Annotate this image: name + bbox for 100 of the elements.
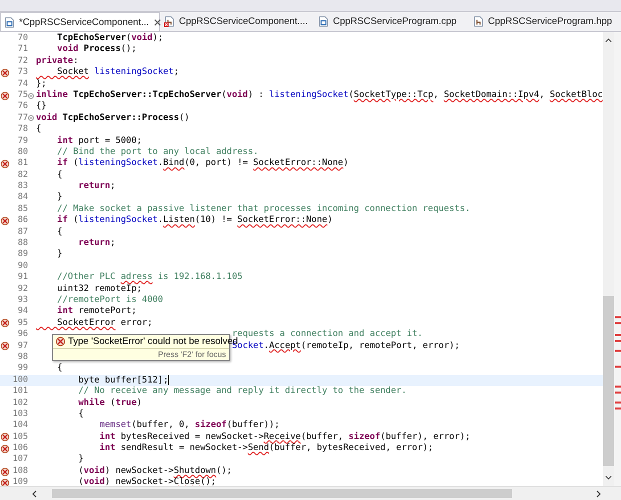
line-number: 87	[16, 226, 28, 238]
code-line: (void) newSocket->Shutdown();	[77, 466, 232, 476]
code-line: byte buffer[512];	[77, 374, 170, 386]
line-number: 104	[12, 420, 28, 432]
scroll-left-icon[interactable]	[30, 488, 38, 498]
line-number: 81	[16, 158, 28, 170]
line-number: 89	[16, 249, 28, 261]
line-number: 93	[16, 294, 28, 306]
collapse-icon[interactable]	[28, 115, 34, 122]
code-line: uint32 remoteIp;	[56, 284, 142, 295]
overview-ruler[interactable]	[614, 32, 621, 486]
code-line: }	[56, 249, 62, 261]
error-icon	[55, 336, 66, 347]
line-number: 107	[12, 454, 28, 466]
line-number: 85	[16, 204, 28, 216]
line-number: 92	[16, 284, 28, 295]
editor-tab[interactable]: CppRSCServiceComponent....	[160, 12, 315, 31]
code-line: {	[35, 124, 42, 136]
line-number: 101	[12, 386, 28, 398]
code-line: Socket listeningSocket;	[56, 67, 180, 79]
file-icon	[4, 16, 15, 28]
code-line: {	[77, 408, 84, 420]
code-line: int port = 5000;	[56, 136, 142, 147]
line-number: 98	[16, 352, 28, 364]
scroll-thumb[interactable]	[52, 489, 512, 498]
code-line: // No receive any message and reply it directly to the sender.	[77, 386, 407, 398]
horizontal-scrollbar[interactable]	[0, 486, 621, 500]
code-line: return;	[77, 181, 116, 192]
line-number: 75	[16, 90, 28, 102]
code-line: int sendResult = newSocket->Send(buffer, bytesReceived, error);	[98, 443, 434, 454]
line-number: 84	[16, 192, 28, 204]
code-line: while (true)	[77, 398, 142, 409]
code-line: int bytesReceived = newSocket->Receive(buffer, sizeof(buffer), error);	[98, 432, 470, 442]
line-number: 94	[16, 306, 28, 318]
code-line: {	[56, 226, 62, 238]
code-line: inline TcpEchoServer::TcpEchoServer(void) : listeningSocket(SocketType::Tcp, SocketDomain::Ipv4, SocketBloc	[35, 90, 603, 101]
code-line: memset(buffer, 0, sizeof(buffer));	[98, 420, 280, 432]
scroll-down-icon[interactable]	[604, 474, 613, 482]
close-icon[interactable]	[152, 18, 162, 26]
code-line: return;	[77, 238, 116, 250]
tooltip-hint: Press 'F2' for focus	[158, 350, 226, 359]
code-line: if (listeningSocket.Listen(10) != SocketError::None)	[56, 215, 333, 227]
line-number: 100	[12, 374, 28, 386]
line-number: 80	[16, 146, 28, 158]
line-number: 79	[16, 136, 28, 147]
editor-tab[interactable]: CppRSCServiceProgram.cpp	[315, 12, 470, 31]
line-number: 105	[12, 432, 28, 444]
line-number: 82	[16, 170, 28, 182]
file-icon	[473, 16, 484, 27]
editor-tab[interactable]: *CppRSCServiceComponent...	[0, 12, 160, 31]
tab-label: CppRSCServiceProgram.hpp	[488, 16, 612, 27]
tab-label: CppRSCServiceComponent....	[179, 16, 308, 27]
line-number: 96	[16, 329, 28, 341]
line-number: 97	[16, 340, 28, 352]
tab-label: *CppRSCServiceComponent...	[19, 16, 149, 28]
line-number: 72	[16, 56, 28, 68]
collapse-icon[interactable]	[28, 92, 34, 99]
line-number: 86	[16, 215, 28, 227]
editor-tab[interactable]: CppRSCServiceProgram.hpp	[470, 12, 615, 31]
line-number: 106	[12, 443, 28, 454]
code-line: if (listeningSocket.Bind(0, port) != SocketError::None)	[56, 158, 349, 170]
code-line: {}	[35, 101, 47, 112]
file-icon	[318, 16, 329, 27]
vertical-scrollbar[interactable]	[603, 32, 614, 486]
line-number: 70	[16, 33, 28, 44]
line-number: 99	[16, 363, 28, 375]
line-number: 109	[12, 477, 28, 486]
line-number: 74	[16, 78, 28, 90]
code-line: {	[56, 363, 62, 375]
line-number: 83	[16, 181, 28, 192]
code-line: SocketError error;	[56, 318, 153, 330]
code-line: int remotePort;	[56, 306, 137, 318]
line-number: 73	[16, 67, 28, 79]
code-line: }	[56, 192, 62, 204]
scroll-thumb[interactable]	[603, 296, 614, 466]
line-number: 88	[16, 238, 28, 250]
line-number: 76	[16, 101, 28, 113]
code-line: {	[56, 170, 62, 182]
code-line: TcpEchoServer(void);	[56, 33, 164, 44]
code-line: };	[35, 78, 47, 90]
scroll-up-icon[interactable]	[604, 36, 613, 44]
line-number: 102	[12, 398, 28, 409]
scroll-right-icon[interactable]	[595, 488, 603, 498]
code-line: }	[77, 454, 84, 466]
code-line: (void) newSocket->Close();	[77, 477, 216, 486]
code-line: private:	[35, 56, 78, 67]
line-number: 78	[16, 124, 28, 136]
code-line: //remotePort is 4000	[56, 294, 164, 306]
code-line: // Bind the port to any local address.	[56, 146, 258, 158]
line-number: 91	[16, 272, 28, 284]
tab-label: CppRSCServiceProgram.cpp	[333, 16, 457, 27]
code-line: //Other PLC adress is 192.168.1.105	[56, 272, 243, 284]
code-line: void TcpEchoServer::Process()	[35, 112, 190, 124]
line-number: 71	[16, 44, 28, 56]
line-number: 95	[16, 318, 28, 330]
line-number: 90	[16, 260, 28, 272]
code-line: void Process();	[56, 44, 137, 56]
code-line: // Make socket a passive listener that processes incoming connection requests.	[56, 204, 470, 214]
line-number: 103	[12, 408, 28, 420]
line-number: 77	[16, 112, 28, 124]
